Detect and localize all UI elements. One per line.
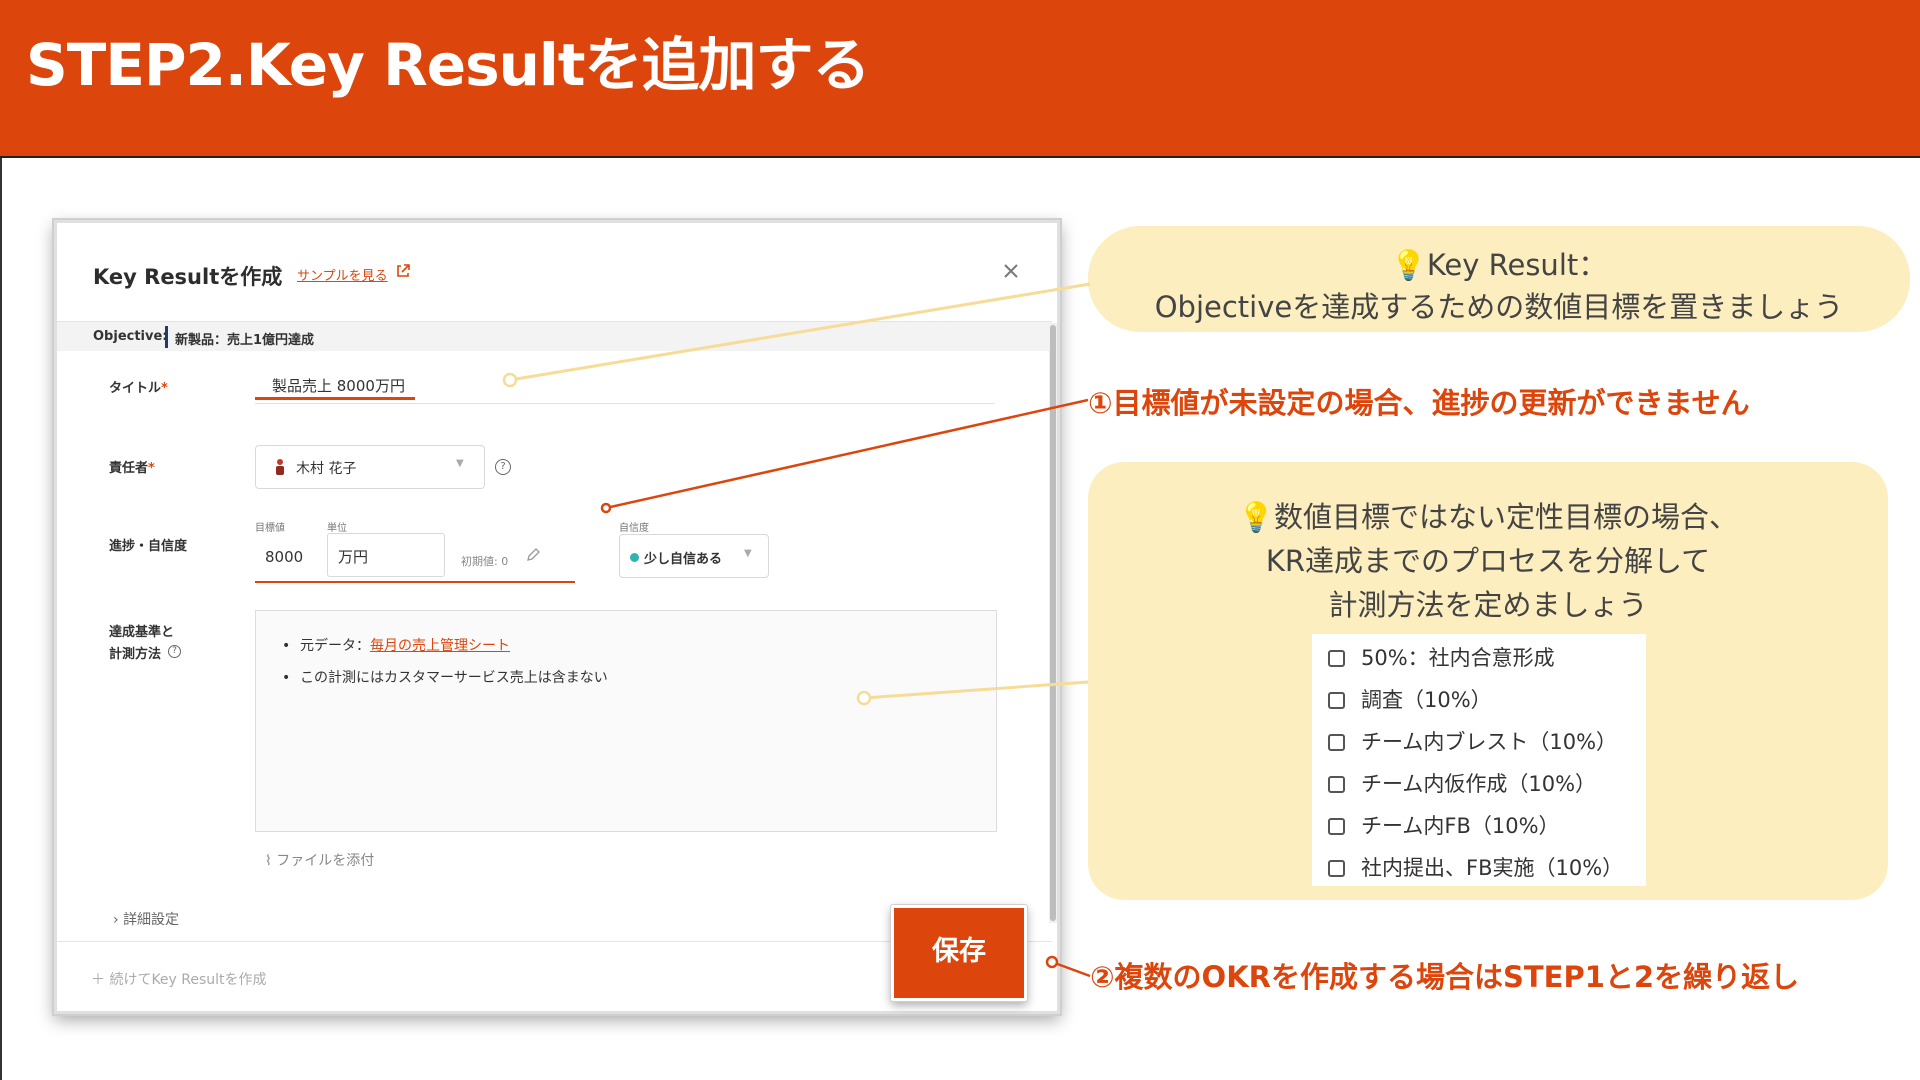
avatar-icon — [276, 459, 284, 475]
confidence-value: 少し自信ある — [644, 552, 723, 567]
process-checklist: 50%：社内合意形成 調査（10%） チーム内ブレスト（10%） チーム内仮作成… — [1312, 634, 1646, 886]
objective-value: 新製品：売上1億円達成 — [175, 333, 315, 348]
confidence-select[interactable]: 少し自信ある ▼ — [619, 534, 769, 578]
title-field-label: タイトル* — [109, 377, 168, 396]
slide-left-border — [0, 158, 2, 1080]
repeat-steps-note: ②複数のOKRを作成する場合はSTEP1と2を繰り返し — [1090, 960, 1800, 994]
checkbox-icon[interactable] — [1328, 776, 1345, 793]
confidence-label: 自信度 — [619, 523, 649, 534]
checklist-item[interactable]: 社内提出、FB実施（10%） — [1328, 852, 1623, 886]
help-icon[interactable]: ? — [168, 645, 181, 658]
criteria-label-line1: 達成基準と — [109, 625, 175, 640]
checklist-item-label: チーム内仮作成（10%） — [1361, 772, 1597, 796]
close-icon[interactable] — [997, 257, 1025, 285]
external-link-icon[interactable] — [395, 263, 411, 279]
qualitative-line-2: KR達成までのプロセスを分解して — [1265, 544, 1711, 578]
objective-separator — [165, 326, 168, 348]
checklist-item[interactable]: 調査（10%） — [1328, 684, 1492, 718]
sample-link[interactable]: サンプルを見る — [297, 265, 388, 284]
checklist-item[interactable]: チーム内FB（10%） — [1328, 810, 1560, 844]
checklist-item[interactable]: チーム内ブレスト（10%） — [1328, 726, 1617, 760]
attach-file-label: ファイルを添付 — [276, 853, 375, 869]
detail-settings-label: 詳細設定 — [123, 912, 180, 928]
criteria-item-prefix: 元データ： — [300, 638, 370, 654]
criteria-item: • 元データ：毎月の売上管理シート — [282, 635, 510, 655]
confidence-status-icon — [630, 553, 639, 562]
required-mark: * — [148, 461, 155, 476]
scrollbar-thumb[interactable] — [1050, 325, 1056, 921]
modal-title: Key Resultを作成 — [93, 265, 283, 289]
bullet: • — [282, 638, 291, 654]
checkbox-icon[interactable] — [1328, 818, 1345, 835]
checklist-item-label: 社内提出、FB実施（10%） — [1361, 856, 1624, 880]
plus-icon: ＋ — [91, 972, 110, 988]
title-label-text: タイトル — [109, 381, 162, 396]
criteria-item-text: この計測にはカスタマーサービス売上は含まない — [300, 670, 608, 686]
kr-definition-title: 💡Key Result： — [1088, 242, 1910, 284]
checklist-item-label: チーム内ブレスト（10%） — [1361, 730, 1618, 754]
checkbox-icon[interactable] — [1328, 650, 1345, 667]
objective-bar: Objective: 新製品：売上1億円達成 — [57, 321, 1052, 351]
target-warning-note: ①目標値が未設定の場合、進捗の更新ができません — [1088, 386, 1750, 420]
slide-header: STEP2.Key Resultを追加する — [0, 0, 1920, 158]
sales-sheet-link[interactable]: 毎月の売上管理シート — [370, 638, 510, 654]
qualitative-goal-callout: 💡数値目標ではない定性目標の場合、 KR達成までのプロセスを分解して 計測方法を… — [1088, 462, 1888, 900]
checklist-item[interactable]: 50%：社内合意形成 — [1328, 642, 1555, 676]
lightbulb-icon: 💡 — [1237, 500, 1275, 534]
save-button[interactable]: 保存 — [891, 905, 1027, 1001]
checkbox-icon[interactable] — [1328, 734, 1345, 751]
owner-field-label: 責任者* — [109, 457, 155, 476]
checklist-item-label: チーム内FB（10%） — [1361, 814, 1560, 838]
unit-input[interactable]: 万円 — [327, 533, 445, 577]
target-input[interactable]: 8000 — [265, 548, 303, 566]
qualitative-line-1: 💡数値目標ではない定性目標の場合、 — [1088, 494, 1888, 536]
continue-create-button[interactable]: ＋ 続けてKey Resultを作成 — [91, 969, 267, 989]
required-mark: * — [161, 381, 168, 396]
kr-definition-text: Objectiveを達成するための数値目標を置きましょう — [1154, 290, 1844, 324]
paperclip-icon: ⌇ — [265, 853, 277, 869]
bullet: • — [282, 670, 291, 686]
criteria-editor[interactable]: • 元データ：毎月の売上管理シート • この計測にはカスタマーサービス売上は含まない — [255, 610, 997, 832]
kr-definition-title-text: Key Result： — [1426, 248, 1608, 282]
chevron-right-icon: › — [113, 912, 124, 928]
progress-field-label: 進捗・自信度 — [109, 539, 188, 554]
qualitative-line-3: 計測方法を定めましょう — [1328, 588, 1648, 622]
owner-select[interactable]: 木村 花子 ▼ — [255, 445, 485, 489]
criteria-item: • この計測にはカスタマーサービス売上は含まない — [282, 667, 608, 687]
criteria-label-line2: 計測方法 — [109, 647, 162, 662]
checklist-item[interactable]: チーム内仮作成（10%） — [1328, 768, 1596, 802]
objective-label: Objective: — [93, 329, 168, 344]
title-highlight-underline — [255, 397, 415, 400]
checkbox-icon[interactable] — [1328, 692, 1345, 709]
pencil-icon[interactable] — [525, 547, 541, 563]
initial-value: 初期値: 0 — [461, 555, 509, 568]
key-result-modal: Key Resultを作成 サンプルを見る Objective: 新製品：売上1… — [54, 220, 1060, 1014]
kr-definition-callout: 💡Key Result： Objectiveを達成するための数値目標を置きましょ… — [1088, 226, 1910, 332]
help-icon[interactable]: ? — [495, 459, 511, 475]
checkbox-icon[interactable] — [1328, 860, 1345, 877]
continue-create-label: 続けてKey Resultを作成 — [109, 972, 267, 988]
checklist-item-label: 50%：社内合意形成 — [1361, 646, 1555, 670]
detail-settings-toggle[interactable]: › 詳細設定 — [113, 909, 179, 929]
checklist-item-label: 調査（10%） — [1361, 688, 1492, 712]
owner-label-text: 責任者 — [109, 461, 149, 476]
chevron-down-icon: ▼ — [456, 458, 464, 469]
attach-file-button[interactable]: ⌇ ファイルを添付 — [265, 850, 374, 870]
progress-highlight-underline — [255, 581, 575, 583]
lightbulb-icon: 💡 — [1390, 248, 1427, 282]
target-label: 目標値 — [255, 523, 285, 534]
chevron-down-icon: ▼ — [744, 548, 752, 559]
unit-value: 万円 — [338, 548, 369, 566]
slide-title: STEP2.Key Resultを追加する — [26, 31, 871, 99]
title-input-border — [255, 403, 995, 404]
qualitative-line-1-text: 数値目標ではない定性目標の場合、 — [1274, 500, 1739, 534]
unit-label: 単位 — [327, 523, 347, 534]
title-input[interactable]: 製品売上 8000万円 — [272, 375, 405, 396]
owner-name: 木村 花子 — [296, 461, 357, 477]
